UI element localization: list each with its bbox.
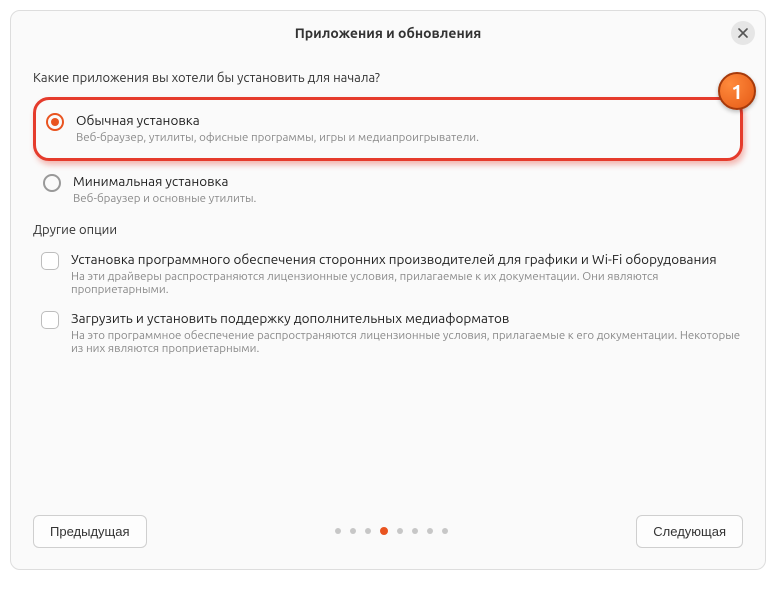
dialog-footer: Предыдущая Следующая <box>11 507 765 569</box>
option-media-desc: На это программное обеспечение распростр… <box>71 329 743 355</box>
progress-dot <box>365 528 371 534</box>
radio-default-install[interactable] <box>46 113 64 131</box>
option-media-title: Загрузить и установить поддержку дополни… <box>71 310 743 326</box>
option-default-install[interactable]: Обычная установка Веб-браузер, утилиты, … <box>44 108 730 148</box>
progress-dot <box>350 528 356 534</box>
radio-dot-icon <box>51 118 59 126</box>
progress-dot-active <box>380 527 388 535</box>
progress-dots <box>335 527 448 535</box>
checkbox-thirdparty[interactable] <box>41 252 59 270</box>
option-default-text: Обычная установка Веб-браузер, утилиты, … <box>76 112 479 144</box>
radio-minimal-install[interactable] <box>43 174 61 192</box>
next-button[interactable]: Следующая <box>636 515 743 548</box>
dialog-header: Приложения и обновления <box>11 11 765 55</box>
highlight-box: 1 Обычная установка Веб-браузер, утилиты… <box>33 97 743 161</box>
dialog-title: Приложения и обновления <box>295 25 482 41</box>
option-media-text: Загрузить и установить поддержку дополни… <box>71 310 743 355</box>
highlight-badge: 1 <box>718 72 756 110</box>
prev-button[interactable]: Предыдущая <box>33 515 147 548</box>
checkbox-media-formats[interactable] <box>41 311 59 329</box>
option-minimal-install[interactable]: Минимальная установка Веб-браузер и осно… <box>41 169 743 209</box>
option-thirdparty-title: Установка программного обеспечения сторо… <box>71 251 743 267</box>
progress-dot <box>335 528 341 534</box>
option-media-formats[interactable]: Загрузить и установить поддержку дополни… <box>33 308 743 367</box>
option-minimal-text: Минимальная установка Веб-браузер и осно… <box>73 173 256 205</box>
progress-dot <box>412 528 418 534</box>
progress-dot <box>397 528 403 534</box>
option-thirdparty[interactable]: Установка программного обеспечения сторо… <box>33 249 743 308</box>
option-thirdparty-text: Установка программного обеспечения сторо… <box>71 251 743 296</box>
dialog-content: Какие приложения вы хотели бы установить… <box>11 55 765 507</box>
install-question: Какие приложения вы хотели бы установить… <box>33 71 743 85</box>
option-minimal-desc: Веб-браузер и основные утилиты. <box>73 192 256 205</box>
option-thirdparty-desc: На эти драйверы распространяются лицензи… <box>71 270 743 296</box>
option-minimal-title: Минимальная установка <box>73 173 256 189</box>
progress-dot <box>442 528 448 534</box>
progress-dot <box>427 528 433 534</box>
close-button[interactable] <box>731 21 755 45</box>
option-default-desc: Веб-браузер, утилиты, офисные программы,… <box>76 131 479 144</box>
close-icon <box>738 28 748 38</box>
installer-dialog: Приложения и обновления Какие приложения… <box>10 10 766 570</box>
other-options-label: Другие опции <box>33 223 743 237</box>
option-default-title: Обычная установка <box>76 112 479 128</box>
